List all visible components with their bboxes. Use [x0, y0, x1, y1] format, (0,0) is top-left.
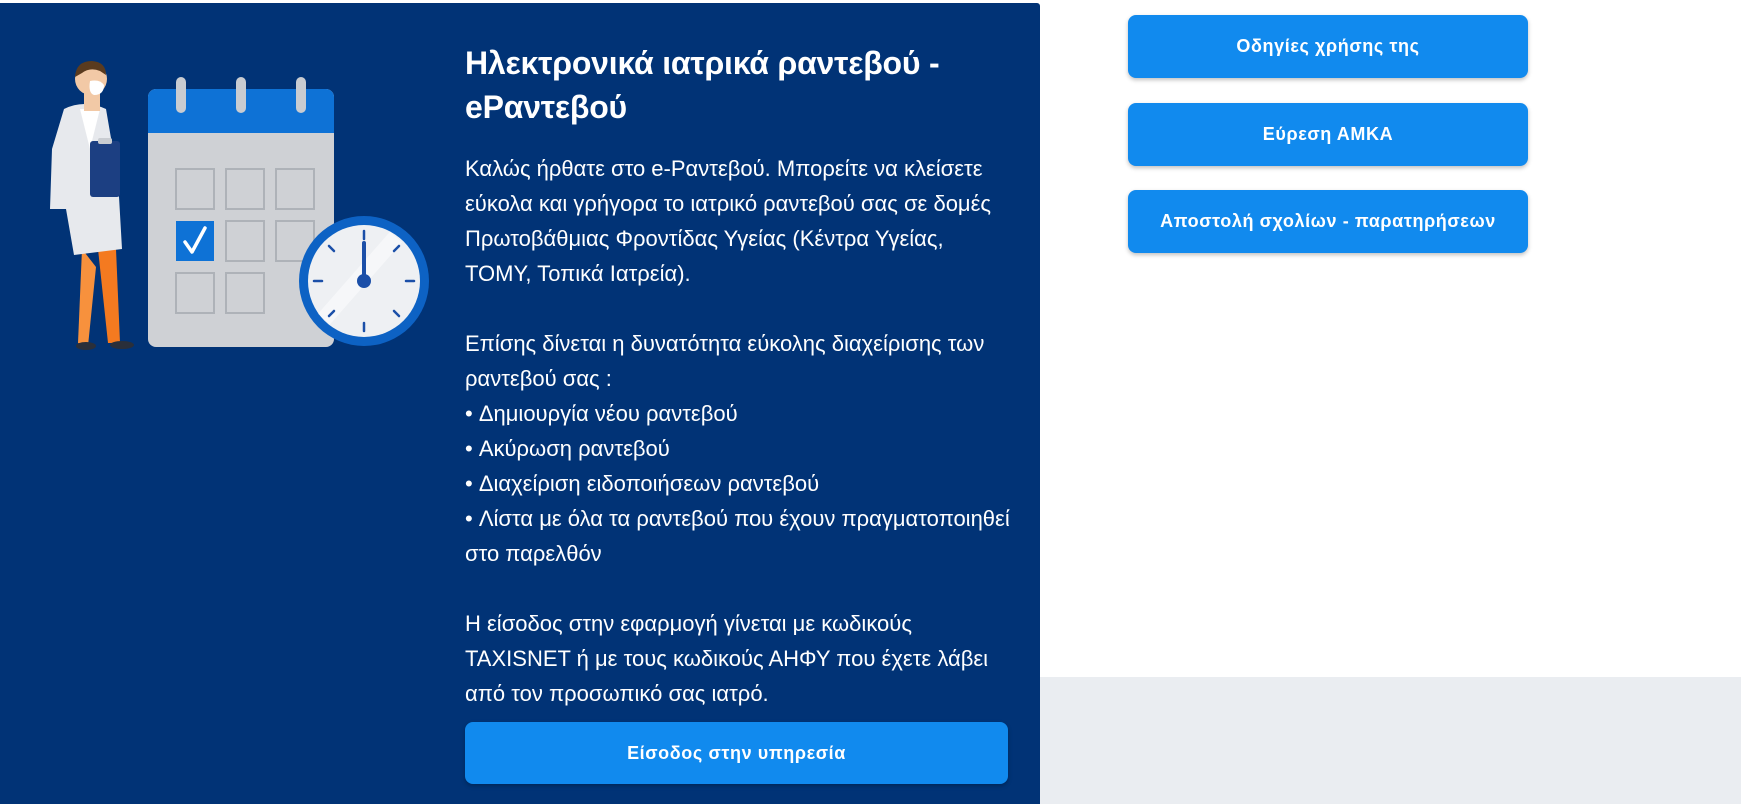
find-amka-button[interactable]: Εύρεση ΑΜΚΑ [1128, 103, 1528, 166]
appointment-illustration [50, 61, 429, 350]
intro-text: Καλώς ήρθατε στο e-Ραντεβού. Μπορείτε να… [465, 156, 992, 286]
features-list: Δημιουργία νέου ραντεβού Ακύρωση ραντεβο… [465, 396, 1013, 571]
hero-content: Ηλεκτρονικά ιατρικά ραντεβού - eΡαντεβού… [465, 41, 1013, 711]
send-feedback-button[interactable]: Αποστολή σχολίων - παρατηρήσεων [1128, 190, 1528, 253]
feature-item-new: Δημιουργία νέου ραντεβού [465, 396, 1013, 431]
page: Ηλεκτρονικά ιατρικά ραντεβού - eΡαντεβού… [0, 0, 1741, 804]
page-title: Ηλεκτρονικά ιατρικά ραντεβού - eΡαντεβού [465, 45, 940, 125]
instructions-button[interactable]: Οδηγίες χρήσης της [1128, 15, 1528, 78]
feature-item-history: Λίστα με όλα τα ραντεβού που έχουν πραγμ… [465, 501, 1013, 571]
clock-icon [299, 216, 429, 346]
doctor-figure [50, 61, 134, 350]
login-button[interactable]: Είσοδος στην υπηρεσία [465, 722, 1008, 784]
hero-panel: Ηλεκτρονικά ιατρικά ραντεβού - eΡαντεβού… [0, 3, 1040, 804]
feature-item-notifications: Διαχείριση ειδοποιήσεων ραντεβού [465, 466, 1013, 501]
manage-intro-text: Επίσης δίνεται η δυνατότητα εύκολης διαχ… [465, 331, 985, 391]
login-note-text: Η είσοδος στην εφαρμογή γίνεται με κωδικ… [465, 611, 989, 706]
footer-strip [1040, 677, 1741, 804]
feature-item-cancel: Ακύρωση ραντεβού [465, 431, 1013, 466]
